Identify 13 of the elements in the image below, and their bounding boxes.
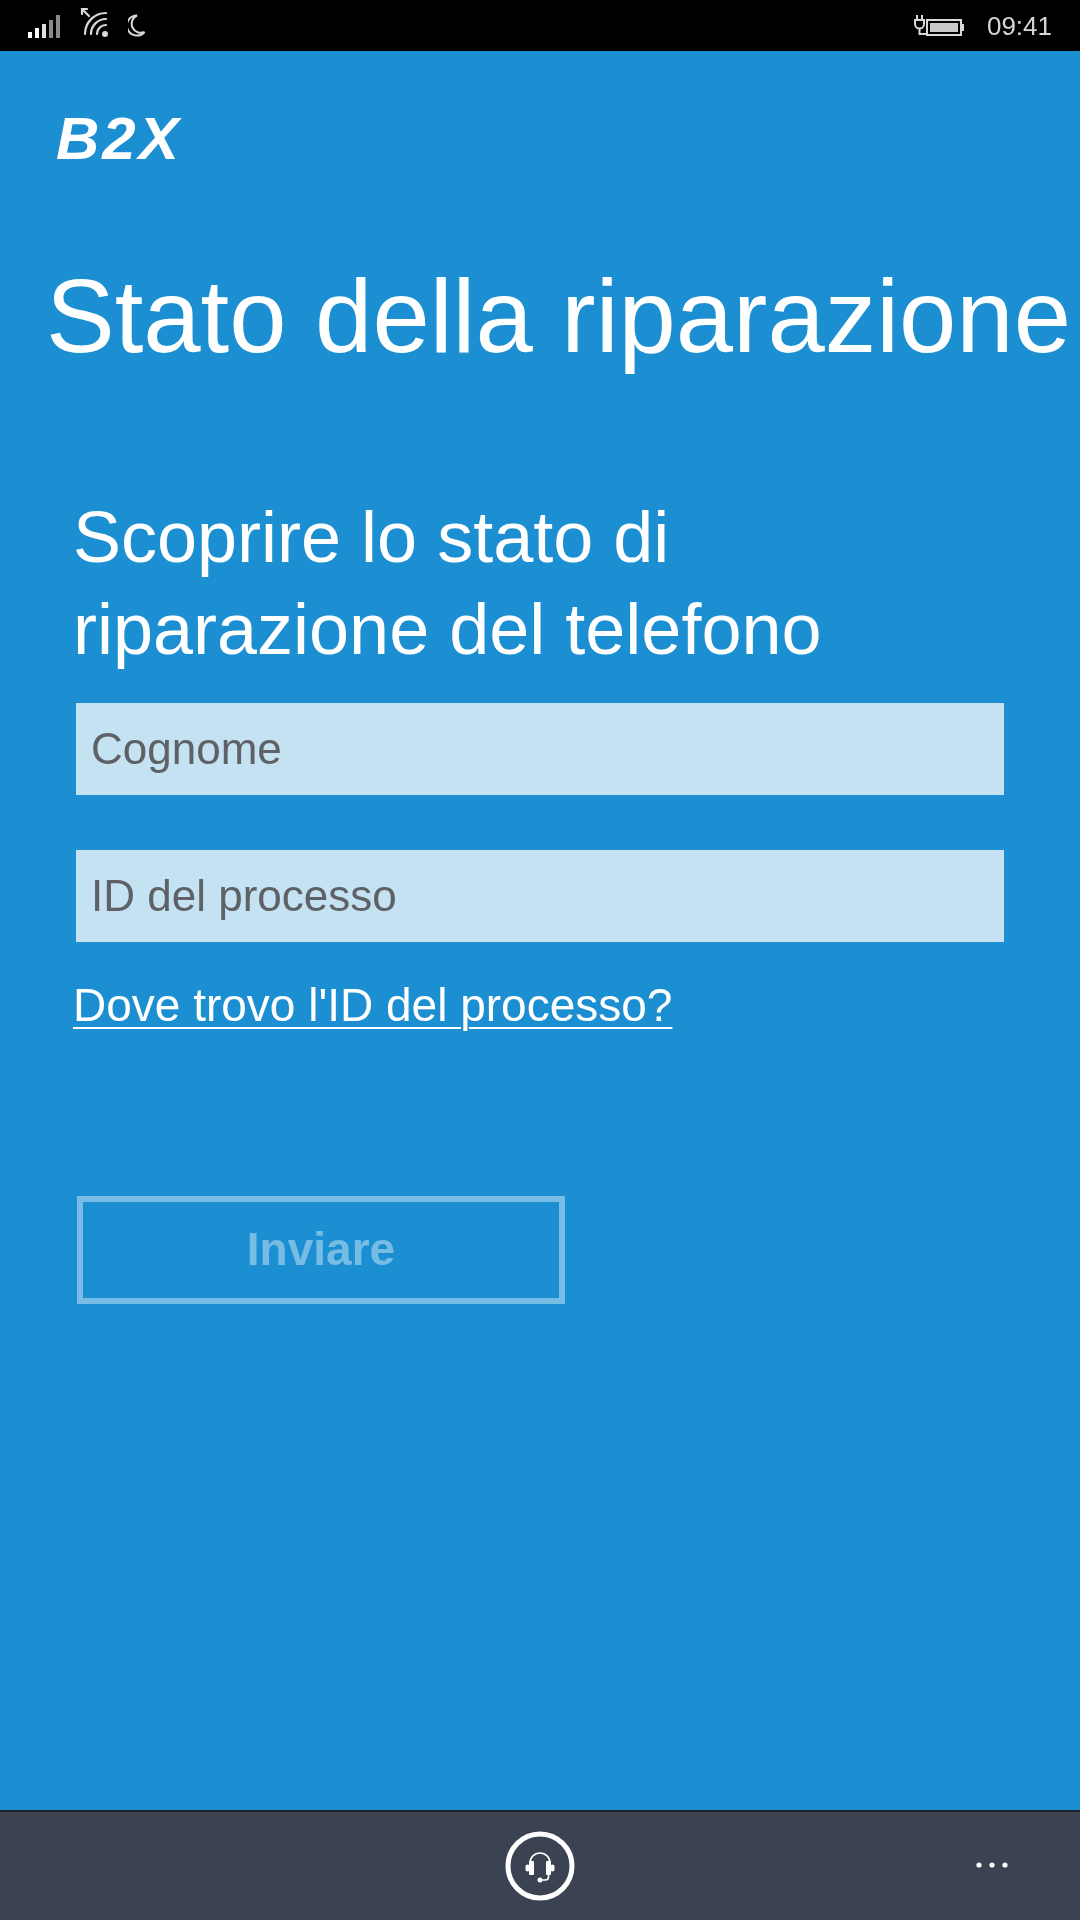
wifi-icon xyxy=(80,7,110,38)
page-title: Stato della riparazione xyxy=(46,258,1071,376)
form-heading: Scoprire lo stato di riparazione del telefono xyxy=(73,495,823,671)
signal-icon xyxy=(28,15,60,38)
input-field[interactable]: Cognome xyxy=(76,702,1004,795)
logo: B2X xyxy=(56,105,182,173)
clock-time: 09:41 xyxy=(986,12,1052,39)
battery-charging-icon xyxy=(912,13,965,38)
help-link[interactable]: Dove trovo l'ID del processo? xyxy=(73,976,673,1033)
moon-icon xyxy=(128,14,146,37)
input-field[interactable]: ID del processo xyxy=(76,849,1004,942)
headset-icon[interactable] xyxy=(505,1831,575,1901)
more-icon[interactable] xyxy=(976,1862,1008,1868)
